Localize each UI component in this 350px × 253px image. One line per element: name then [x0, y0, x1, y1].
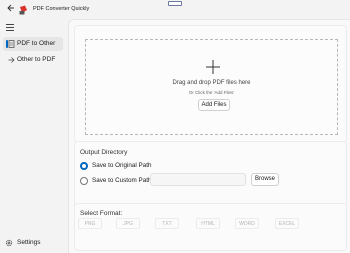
format-title: Select Format:: [80, 210, 123, 217]
settings-label: Settings: [17, 239, 41, 246]
drop-card: Drag and drop PDF files here Or Click th…: [74, 25, 347, 143]
output-card: Output Directory Save to Original Path S…: [74, 141, 347, 211]
settings-nav-item[interactable]: Settings: [5, 238, 41, 248]
format-png[interactable]: PNG: [78, 218, 102, 229]
sidebar-item-pdf-to-other[interactable]: PDF to Other: [3, 37, 63, 51]
plus-icon: [206, 60, 220, 74]
format-word[interactable]: WORD: [235, 218, 259, 229]
back-arrow-icon: [7, 4, 14, 12]
sidebar-item-other-to-pdf[interactable]: Other to PDF: [3, 53, 63, 67]
format-html[interactable]: HTML: [196, 218, 220, 229]
format-txt[interactable]: TXT: [155, 218, 179, 229]
original-path-radio[interactable]: [80, 162, 88, 170]
drop-zone[interactable]: Drag and drop PDF files here Or Click th…: [85, 39, 338, 135]
app-title: PDF Converter Quickly: [33, 6, 90, 12]
sidebar-item-label: Other to PDF: [17, 56, 56, 63]
add-files-button[interactable]: Add Files: [198, 99, 230, 111]
title-bar: PDF Converter Quickly: [0, 0, 350, 20]
back-button[interactable]: [5, 4, 17, 16]
original-path-label: Save to Original Path: [92, 162, 152, 169]
drop-instruction: Drag and drop PDF files here: [172, 80, 251, 86]
format-excel[interactable]: EXCEL: [275, 218, 299, 229]
custom-path-input[interactable]: [150, 173, 246, 186]
drop-sub-instruction: Or Click the 'Add Files': [188, 90, 235, 95]
output-title: Output Directory: [80, 149, 128, 156]
sidebar-item-label: PDF to Other: [17, 40, 56, 47]
pdf-doc-icon: [8, 40, 15, 48]
custom-path-label: Save to Custom Path: [92, 177, 152, 184]
custom-path-radio[interactable]: [80, 177, 88, 185]
hamburger-icon[interactable]: [6, 24, 14, 31]
arrow-right-icon: [8, 57, 15, 63]
browse-button[interactable]: Browse: [251, 173, 279, 186]
gear-icon: [5, 239, 13, 247]
pdf-converter-icon: [19, 5, 27, 15]
format-jpg[interactable]: JPG: [116, 218, 140, 229]
